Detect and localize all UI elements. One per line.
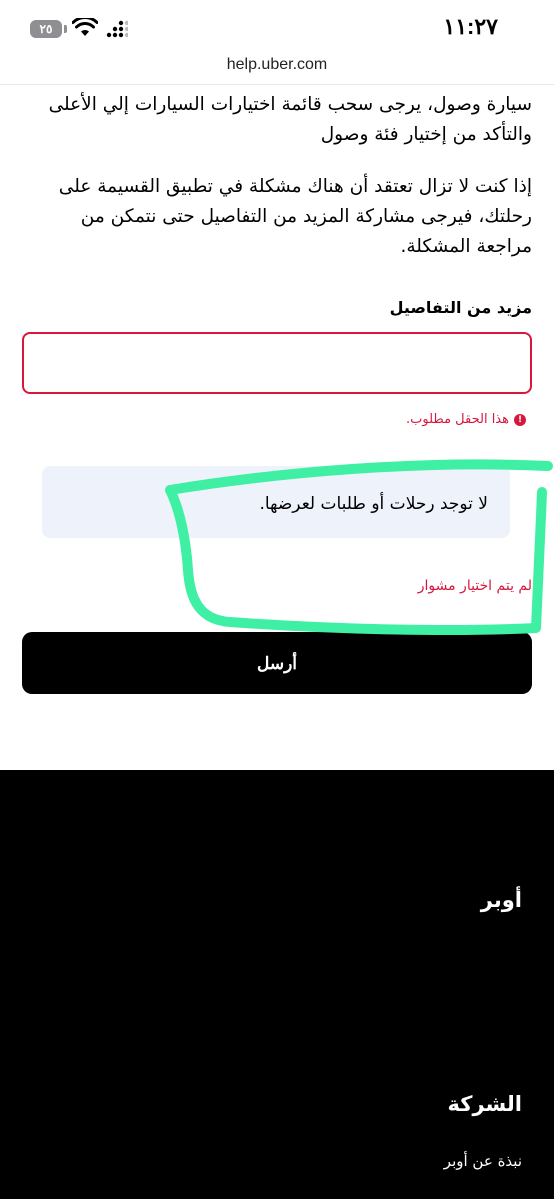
footer: أوبر الشركة نبذة عن أوبر <box>0 770 554 1199</box>
details-label: مزيد من التفاصيل <box>389 298 532 317</box>
footer-brand: أوبر <box>480 888 522 912</box>
status-bar: ٢٥ ١١:٢٧ <box>0 0 554 56</box>
footer-link-about[interactable]: نبذة عن أوبر <box>444 1152 522 1170</box>
cellular-signal-icon <box>106 20 128 38</box>
battery-tip <box>64 25 67 33</box>
required-error-text: هذا الحقل مطلوب. <box>406 412 509 427</box>
clock: ١١:٢٧ <box>443 14 498 39</box>
no-trip-selected-error: لم يتم اختيار مشوار <box>417 578 532 594</box>
details-input[interactable] <box>22 332 532 394</box>
error-icon: ! <box>514 413 526 426</box>
battery-level: ٢٥ <box>39 22 53 36</box>
submit-button[interactable]: أرسل <box>22 632 532 694</box>
required-error: ! هذا الحقل مطلوب. <box>406 412 526 427</box>
address-bar[interactable]: help.uber.com <box>0 56 554 85</box>
battery-icon: ٢٥ <box>30 20 62 38</box>
instruction-text: سيارة وصول، يرجى سحب قائمة اختيارات السي… <box>48 94 532 145</box>
url-text: help.uber.com <box>226 56 328 73</box>
details-prompt-text: إذا كنت لا تزال تعتقد أن هناك مشكلة في ت… <box>58 176 532 257</box>
footer-section-company: الشركة <box>447 1092 522 1116</box>
no-trips-notice: لا توجد رحلات أو طلبات لعرضها. <box>259 494 488 514</box>
wifi-icon <box>72 18 98 36</box>
